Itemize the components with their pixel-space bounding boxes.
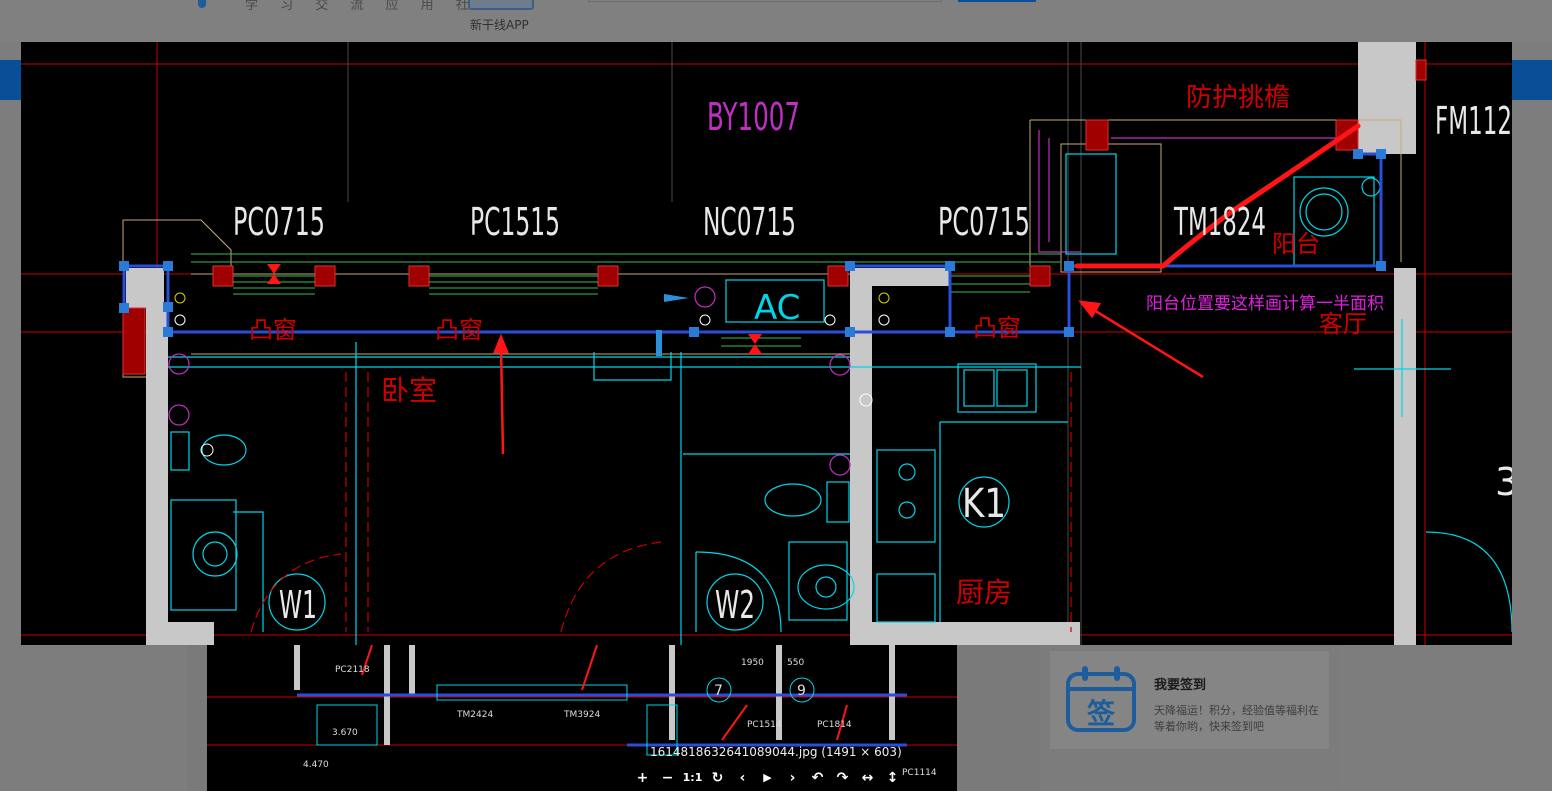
zoom-in-button[interactable]: + — [630, 769, 655, 787]
nav-bar-right — [1512, 60, 1552, 100]
flip-vertical-button[interactable]: ↕ — [880, 769, 905, 787]
search-button[interactable] — [958, 0, 1036, 2]
actual-size-button[interactable]: 1:1 — [680, 769, 705, 787]
app-logo-button[interactable] — [468, 0, 534, 10]
thumb-label: 1950 — [741, 658, 764, 668]
door-code-label: TM1824 — [1173, 200, 1266, 244]
next-button[interactable]: › — [780, 769, 805, 787]
rotate-left-button[interactable]: ↶ — [805, 769, 830, 787]
markup-annotation: 阳台位置要这样画计算一半面积 — [1146, 294, 1384, 314]
bay-window-label: 凸窗 — [249, 316, 297, 344]
signin-glyph: 签 — [1087, 697, 1115, 730]
kitchen-label: 厨房 — [956, 576, 1012, 609]
zoom-out-button[interactable]: − — [655, 769, 680, 787]
viewer-image[interactable]: BY1007 防护挑檐 FM112 PC0715 PC1515 NC0715 P… — [21, 42, 1512, 645]
window-code-label: PC0715 — [938, 200, 1030, 244]
image-caption: 1614818632641089044.jpg (1491 × 603) — [650, 745, 902, 759]
play-button[interactable]: ▶ — [755, 769, 780, 787]
window-code-label: PC1515 — [470, 200, 560, 244]
thumb-label: 9 — [797, 683, 806, 699]
kitchen-code-label: K1 — [962, 481, 1006, 527]
app-download-link[interactable]: 新干线APP — [470, 16, 529, 33]
search-input[interactable] — [588, 0, 942, 2]
page-header — [0, 0, 1552, 42]
thumb-label: PC1814 — [817, 720, 852, 730]
window-code-label: PC0715 — [233, 200, 325, 244]
room-code-label: BY1007 — [707, 95, 800, 139]
bathroom-code-label: W2 — [715, 583, 755, 627]
window-code-label: NC0715 — [703, 200, 796, 244]
flip-horizontal-button[interactable]: ↔ — [855, 769, 880, 787]
thumb-label: PC2118 — [335, 665, 370, 675]
thumb-label: PC1514 — [747, 720, 782, 730]
viewer-toolbar: + − 1:1 ↻ ‹ ▶ › ↶ ↷ ↔ ↕ — [630, 769, 905, 787]
guard-eave-label: 防护挑檐 — [1186, 83, 1290, 113]
bay-window-label: 凸窗 — [973, 314, 1021, 342]
bedroom-label: 卧室 — [381, 374, 437, 407]
prev-button[interactable]: ‹ — [730, 769, 755, 787]
axis-number-label: 3 — [1495, 460, 1512, 504]
nav-bar-left — [0, 60, 21, 100]
thumb-label: 7 — [714, 683, 723, 699]
thumb-label: 550 — [787, 658, 804, 668]
thumb-label: 3.670 — [332, 728, 358, 738]
calendar-icon[interactable]: 签 — [1066, 665, 1136, 733]
door-code-label: FM112 — [1435, 99, 1512, 143]
rotate-right-button[interactable]: ↷ — [830, 769, 855, 787]
living-room-label: 客厅 — [1319, 310, 1367, 338]
location-pin-icon — [198, 0, 206, 8]
bay-window-label: 凸窗 — [435, 316, 483, 344]
reset-button[interactable]: ↻ — [705, 769, 730, 787]
thumb-label: TM3924 — [563, 710, 600, 720]
signin-title[interactable]: 我要签到 — [1154, 674, 1206, 693]
thumb-label: TM2424 — [456, 710, 493, 720]
ac-label: AC — [754, 288, 800, 328]
balcony-label: 阳台 — [1272, 230, 1320, 258]
bathroom-code-label: W1 — [279, 583, 317, 627]
signin-desc: 天降福运！积分，经验值等福利在等着你哟，快来签到吧 — [1154, 704, 1319, 733]
